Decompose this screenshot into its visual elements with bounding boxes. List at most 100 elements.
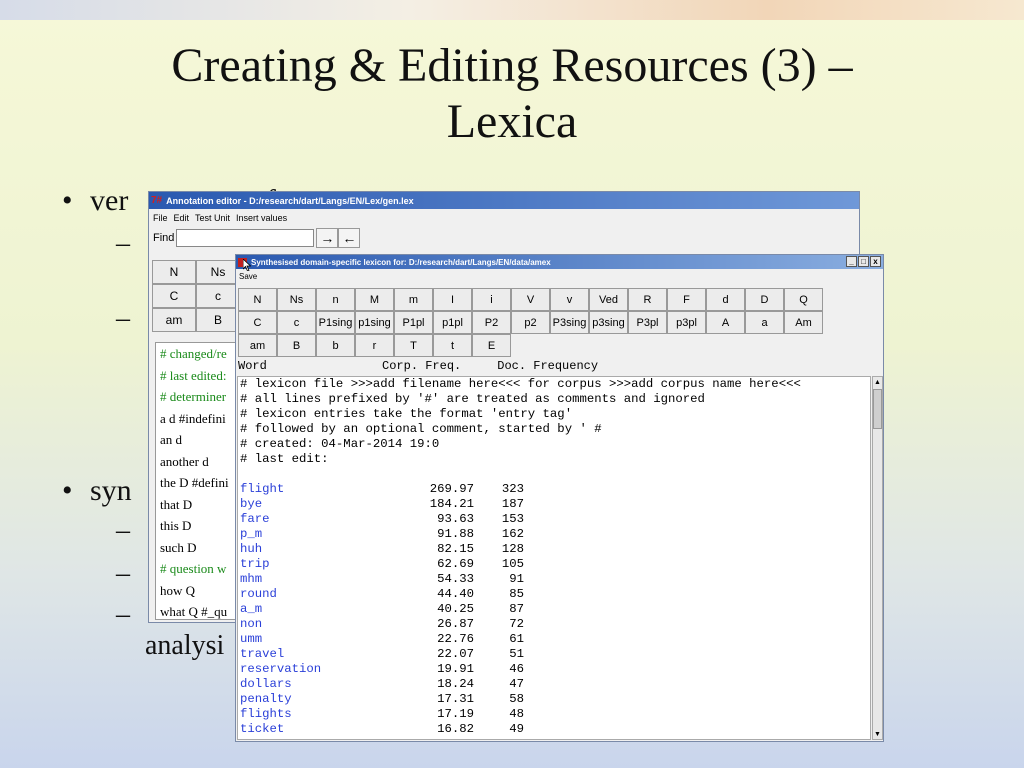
lexicon-entry-row[interactable]: a_m 40.25 87 — [238, 602, 870, 617]
lexicon-entry-row[interactable]: fare 93.63 153 — [238, 512, 870, 527]
tag-button[interactable]: C — [152, 284, 196, 308]
entry-document-frequency: 47 — [509, 677, 524, 691]
scrollbar-thumb[interactable] — [873, 389, 882, 429]
tag-button[interactable]: N — [238, 288, 277, 311]
menu-save[interactable]: Save — [236, 269, 883, 285]
tag-button[interactable]: p3pl — [667, 311, 706, 334]
lexicon-entry-row[interactable]: umm 22.76 61 — [238, 632, 870, 647]
tag-button[interactable]: T — [394, 334, 433, 357]
tag-button[interactable]: m — [394, 288, 433, 311]
tag-button[interactable]: P3pl — [628, 311, 667, 334]
tag-button[interactable]: a — [745, 311, 784, 334]
scroll-up-icon[interactable]: ▲ — [873, 377, 882, 387]
sub-bullet-dash: – — [116, 303, 130, 334]
tag-button[interactable]: F — [667, 288, 706, 311]
lexicon-list[interactable]: # lexicon file >>>add filename here<<< f… — [237, 376, 871, 740]
tag-button[interactable]: Ns — [277, 288, 316, 311]
tag-button[interactable]: i — [472, 288, 511, 311]
tag-button[interactable]: Am — [784, 311, 823, 334]
tag-button[interactable]: Q — [784, 288, 823, 311]
lexicon-entry-row[interactable]: bye 184.21 187 — [238, 497, 870, 512]
lexicon-window-title: Synthesised domain-specific lexicon for:… — [251, 257, 551, 267]
entry-word: bye — [240, 497, 263, 511]
menu-file[interactable]: File — [153, 213, 168, 223]
tag-button[interactable]: r — [355, 334, 394, 357]
tag-button[interactable]: Ved — [589, 288, 628, 311]
tag-button[interactable]: d — [706, 288, 745, 311]
tag-button[interactable]: Ns — [196, 260, 240, 284]
tag-button[interactable]: N — [152, 260, 196, 284]
tag-button[interactable]: V — [511, 288, 550, 311]
entry-word: mhm — [240, 572, 263, 586]
close-icon[interactable]: x — [870, 256, 881, 267]
entry-corpus-frequency: 44.40 — [437, 587, 474, 601]
tag-button[interactable]: M — [355, 288, 394, 311]
find-next-button[interactable]: → — [316, 228, 339, 248]
tag-button[interactable]: p2 — [511, 311, 550, 334]
lexicon-entry-row[interactable]: p_m 91.88 162 — [238, 527, 870, 542]
lexicon-entry-row[interactable]: non 26.87 72 — [238, 617, 870, 632]
annotation-editor-titlebar[interactable]: 7# Annotation editor - D:/research/dart/… — [149, 192, 859, 209]
menu-insert-values[interactable]: Insert values — [236, 213, 287, 223]
tag-button[interactable]: p3sing — [589, 311, 628, 334]
lexicon-entry-row[interactable]: flight 269.97 323 — [238, 482, 870, 497]
sub-bullet-dash: – — [116, 599, 130, 630]
tag-button[interactable]: A — [706, 311, 745, 334]
tag-button[interactable]: c — [277, 311, 316, 334]
menu-test-unit[interactable]: Test Unit — [195, 213, 230, 223]
tag-button[interactable]: P2 — [472, 311, 511, 334]
lexicon-entry-row[interactable]: mhm 54.33 91 — [238, 572, 870, 587]
vertical-scrollbar[interactable]: ▲ ▼ — [872, 376, 883, 740]
tag-button[interactable]: B — [196, 308, 240, 332]
entry-word: p_m — [240, 527, 263, 541]
tag-button[interactable]: B — [277, 334, 316, 357]
mouse-cursor-icon — [243, 259, 251, 271]
lexicon-entry-row[interactable]: penalty 17.31 58 — [238, 692, 870, 707]
lexicon-entry-row[interactable]: huh 82.15 128 — [238, 542, 870, 557]
lexicon-entry-row[interactable]: travel 22.07 51 — [238, 647, 870, 662]
minimize-icon[interactable]: _ — [846, 256, 857, 267]
entry-corpus-frequency: 18.24 — [437, 677, 474, 691]
entry-corpus-frequency: 54.33 — [437, 572, 474, 586]
tag-button[interactable]: p1sing — [355, 311, 394, 334]
find-input[interactable] — [176, 229, 315, 247]
lexicon-entry-row[interactable]: reservation 19.91 46 — [238, 662, 870, 677]
lexicon-entry-row[interactable]: round 44.40 85 — [238, 587, 870, 602]
lexicon-entry-row[interactable]: trip 62.69 105 — [238, 557, 870, 572]
lexicon-text-area[interactable]: # changed/re # last edited: # determiner a … — [155, 342, 239, 620]
tag-button[interactable]: v — [550, 288, 589, 311]
find-prev-button[interactable]: ← — [338, 228, 361, 248]
entry-word: ticket — [240, 722, 285, 736]
tag-button[interactable]: C — [238, 311, 277, 334]
tag-button[interactable]: P1pl — [394, 311, 433, 334]
tag-button[interactable]: E — [472, 334, 511, 357]
tag-button[interactable]: D — [745, 288, 784, 311]
entry-word: a_m — [240, 602, 263, 616]
slide-top-bar — [0, 0, 1024, 20]
lexicon-entry-row[interactable]: flights 17.19 48 — [238, 707, 870, 722]
lexicon-entry-row[interactable]: dollars 18.24 47 — [238, 677, 870, 692]
scroll-down-icon[interactable]: ▼ — [873, 729, 882, 739]
lexicon-titlebar[interactable]: Synthesised domain-specific lexicon for:… — [236, 255, 883, 269]
tag-button[interactable]: R — [628, 288, 667, 311]
entry-corpus-frequency: 82.15 — [437, 542, 474, 556]
tag-button[interactable]: P3sing — [550, 311, 589, 334]
tag-button[interactable]: c — [196, 284, 240, 308]
maximize-icon[interactable]: □ — [858, 256, 869, 267]
tag-button[interactable]: P1sing — [316, 311, 355, 334]
tag-button[interactable]: t — [433, 334, 472, 357]
comment-line: # followed by an optional comment, start… — [240, 422, 602, 436]
tag-button[interactable]: am — [152, 308, 196, 332]
entry-document-frequency: 87 — [509, 602, 524, 616]
lexicon-entry-row[interactable]: ticket 16.82 49 — [238, 722, 870, 737]
tag-button[interactable]: b — [316, 334, 355, 357]
tag-button[interactable]: I — [433, 288, 472, 311]
menu-edit[interactable]: Edit — [174, 213, 190, 223]
comment-line: # created: 04-Mar-2014 19:0 — [240, 437, 440, 451]
tag-button[interactable]: am — [238, 334, 277, 357]
entry-line: that D — [160, 496, 193, 512]
entry-document-frequency: 153 — [501, 512, 524, 526]
tag-button[interactable]: n — [316, 288, 355, 311]
tag-button[interactable]: p1pl — [433, 311, 472, 334]
